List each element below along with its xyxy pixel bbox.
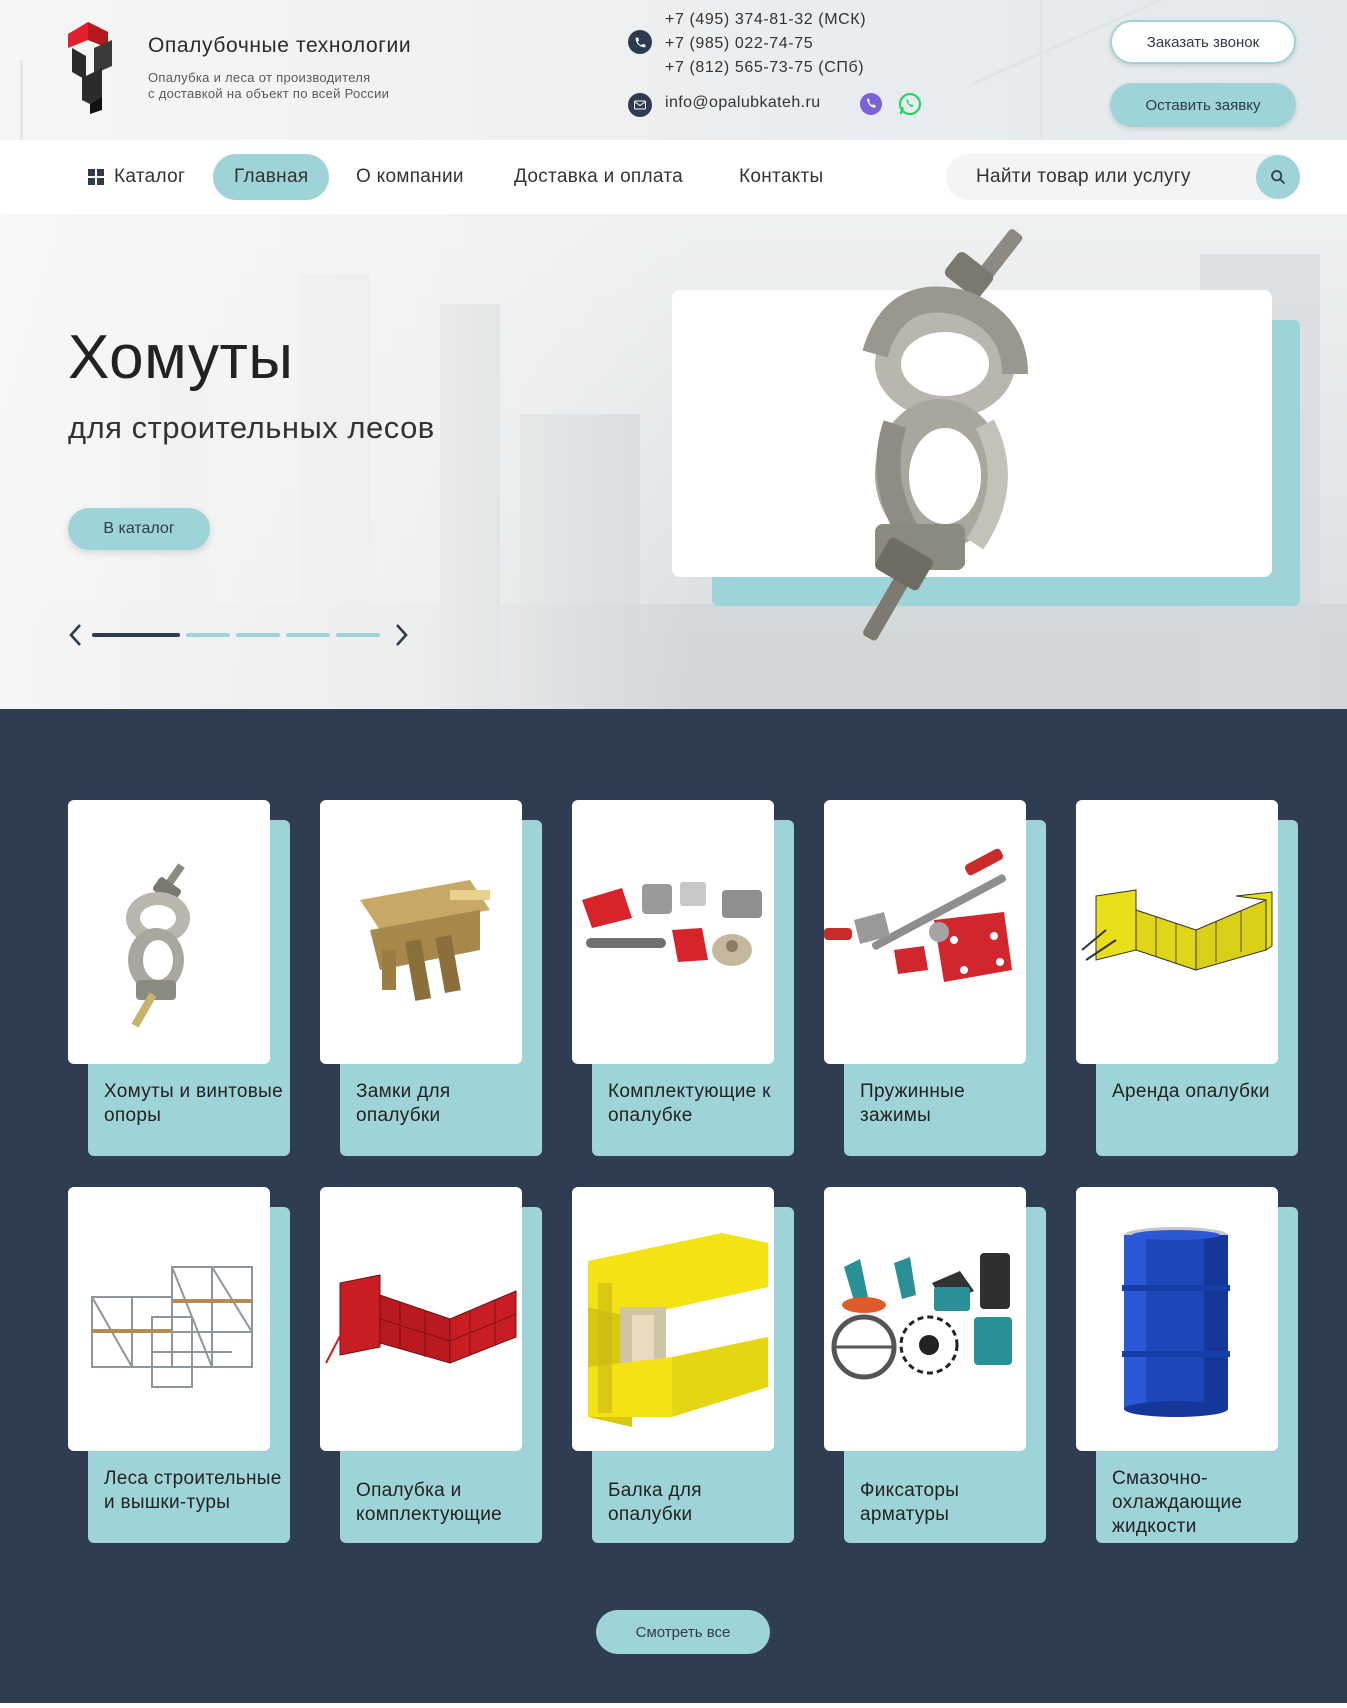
barrel-image [1122,1227,1230,1417]
mail-icon [628,93,652,117]
catalog-card-label: Пружинные зажимы [860,1081,965,1126]
search-button[interactable] [1256,155,1300,199]
formwork-image [325,1274,517,1364]
catalog-card-label: Замки для опалубки [356,1081,451,1126]
nav-label: Каталог [114,166,186,187]
catalog-card-image-area [320,1187,522,1451]
company-logo[interactable] [68,18,120,114]
slider-dot[interactable] [286,633,330,637]
phone-list: +7 (495) 374-81-32 (МСК) +7 (985) 022-74… [665,8,866,80]
catalog-card[interactable]: Смазочно-охлаждающие жидкости [1076,1187,1298,1543]
catalog-card[interactable]: Аренда опалубки [1076,800,1298,1156]
email-link[interactable]: info@opalubkateh.ru [665,94,821,112]
catalog-card[interactable]: Леса строительные и вышки-туры [68,1187,290,1543]
whatsapp-icon[interactable] [898,92,922,116]
hero-title: Хомуты [68,323,294,392]
catalog-card-image-area [1076,800,1278,1064]
order-call-button[interactable]: Заказать звонок [1110,20,1296,64]
nav-home[interactable]: Главная [213,154,330,200]
brand-subtitle: Опалубка и леса от производителя с доста… [148,70,389,102]
catalog-card-image-area [572,1187,774,1451]
catalog-card-label: Фиксаторы арматуры [860,1480,960,1525]
catalog-card[interactable]: Фиксаторы арматуры [824,1187,1046,1543]
nav-contacts[interactable]: Контакты [739,154,823,200]
brand-title: Опалубочные технологии [148,34,412,57]
search-icon [1271,170,1285,184]
catalog-card-image-area [320,800,522,1064]
catalog-grid-icon [88,169,104,185]
background-decoration [20,60,23,140]
catalog-card-label: Комплектующие к опалубке [608,1081,771,1126]
beam-image [588,1233,768,1427]
catalog-card-label: Леса строительные и вышки-туры [104,1468,282,1513]
coupler-image [126,863,190,1028]
catalog-card-image-area [824,800,1026,1064]
catalog-card[interactable]: Замки для опалубки [320,800,542,1156]
formwork-rent-image [1081,889,1273,971]
coupler-image [862,229,1028,641]
brand-subtitle-line: Опалубка и леса от производителя [148,70,371,85]
catalog-card-label: Смазочно-охлаждающие жидкости [1112,1468,1243,1537]
leave-request-button[interactable]: Оставить заявку [1110,83,1296,127]
catalog-card-label: Аренда опалубки [1112,1081,1270,1102]
to-catalog-button[interactable]: В каталог [68,508,210,550]
catalog-card-label: Балка для опалубки [608,1480,702,1525]
phone-link[interactable]: +7 (495) 374-81-32 (МСК) [665,8,866,32]
slider-dot[interactable] [336,633,380,637]
brand-subtitle-line: с доставкой на объект по всей России [148,86,390,101]
view-all-button[interactable]: Смотреть все [596,1610,770,1654]
viber-icon[interactable] [860,93,882,115]
catalog-card[interactable]: Опалубка и комплектующие [320,1187,542,1543]
catalog-card-image-area [68,1187,270,1451]
site-header: Опалубочные технологии Опалубка и леса о… [0,0,1347,140]
formwork-accessories-image [582,882,762,966]
catalog-card[interactable]: Комплектующие к опалубке [572,800,794,1156]
catalog-card-image-area [1076,1187,1278,1451]
chevron-right-icon [396,624,408,646]
catalog-card[interactable]: Пружинные зажимы [824,800,1046,1156]
catalog-card-image-area [572,800,774,1064]
nav-about[interactable]: О компании [356,154,464,200]
search-bar [946,154,1300,200]
slider-dot[interactable] [92,633,180,637]
formwork-clamp-image [360,880,490,1001]
catalog-card-label: Хомуты и винтовые опоры [104,1081,284,1126]
rebar-spacers-image [831,1253,1012,1380]
phone-link[interactable]: +7 (985) 022-74-75 [665,32,866,56]
catalog-card[interactable]: Хомуты и винтовые опоры [68,800,290,1156]
spring-clamp-image [824,848,1012,982]
phone-icon [628,30,652,54]
slider-prev-button[interactable] [65,621,85,649]
slider-dot[interactable] [236,633,280,637]
search-input[interactable] [946,154,1246,200]
slider-next-button[interactable] [392,621,412,649]
catalog-card-label: Опалубка и комплектующие [356,1480,503,1525]
background-decoration [1040,0,1043,140]
nav-delivery[interactable]: Доставка и оплата [514,154,683,200]
slider-dot[interactable] [186,633,230,637]
catalog-card-image-area [824,1187,1026,1451]
scaffolding-image [91,1266,253,1388]
main-nav: Каталог Главная О компании Доставка и оп… [0,140,1347,214]
chevron-left-icon [69,624,81,646]
nav-catalog[interactable]: Каталог [88,154,185,200]
catalog-card[interactable]: Балка для опалубки [572,1187,794,1543]
hero-slider: Хомуты для строительных лесов В каталог [0,214,1347,709]
catalog-card-image-area [68,800,270,1064]
catalog-section: Хомуты и винтовые опоры Замки для опалуб… [0,709,1347,1703]
hero-subtitle: для строительных лесов [68,410,435,445]
phone-link[interactable]: +7 (812) 565-73-75 (СПб) [665,56,866,80]
